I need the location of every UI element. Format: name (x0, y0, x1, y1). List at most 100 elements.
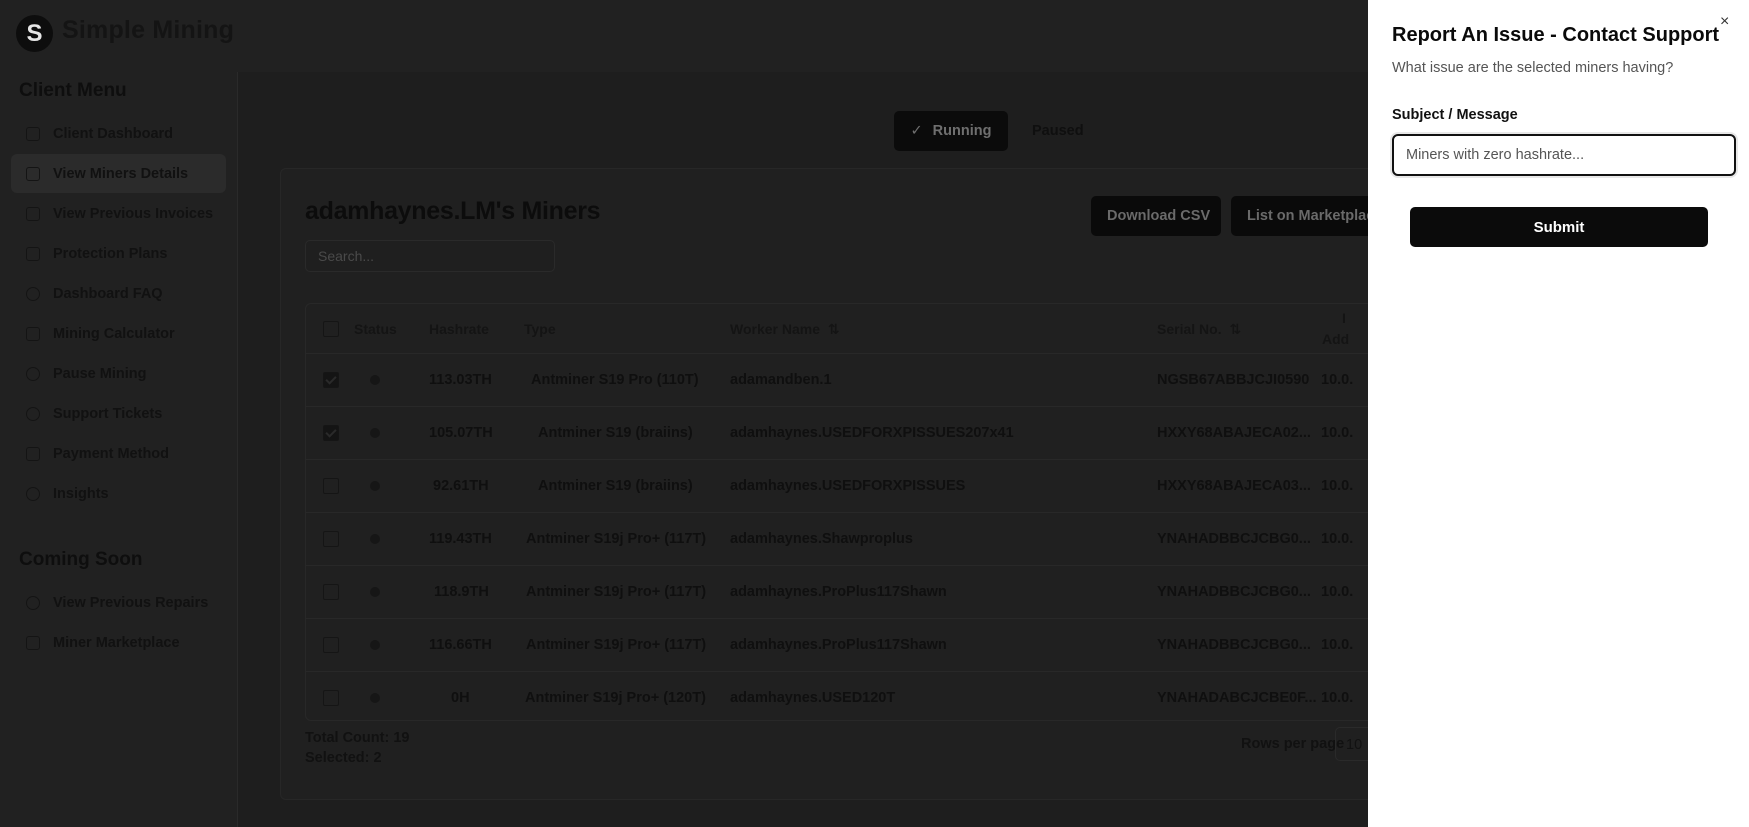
hashrate-cell: 118.9TH (434, 584, 489, 600)
sort-icon: ⇅ (827, 321, 840, 337)
sidebar-item-label: Dashboard FAQ (53, 285, 163, 302)
sidebar-item-client-dashboard[interactable]: Client Dashboard (11, 114, 226, 153)
select-all-checkbox[interactable] (323, 321, 339, 337)
status-dot (370, 693, 380, 703)
type-cell: Antminer S19j Pro+ (117T) (526, 584, 707, 600)
ip-cell: 10.0. (1321, 425, 1354, 441)
type-cell: Antminer S19j Pro+ (117T) (526, 531, 707, 547)
table-row[interactable]: 92.61TH Antminer S19 (braiins) adamhayne… (306, 460, 1380, 513)
client-menu-title: Client Menu (19, 80, 127, 101)
wrench-icon (26, 595, 40, 610)
check-icon: ✓ (910, 123, 923, 139)
ip-cell: 10.0. (1321, 372, 1354, 388)
list-on-marketplace-button[interactable]: List on Marketplace (1231, 196, 1381, 236)
row-checkbox[interactable] (323, 690, 339, 706)
sidebar: Client Menu Client Dashboard View Miners… (0, 72, 238, 827)
running-toggle-button[interactable]: ✓ Running (894, 111, 1008, 151)
invoice-icon (26, 206, 40, 221)
sidebar-item-support-tickets[interactable]: Support Tickets (11, 394, 226, 433)
paused-toggle-button[interactable]: Paused (1032, 123, 1084, 139)
page-title: adamhaynes.LM's Miners (305, 197, 601, 225)
main-content: ✓ Running Paused adamhaynes.LM's Miners … (238, 72, 1395, 827)
rows-per-page-label: Rows per page (1241, 736, 1345, 752)
hashrate-cell: 113.03TH (429, 372, 492, 388)
coming-soon-title: Coming Soon (19, 549, 143, 570)
serial-cell: YNAHADBBCJCBG0... (1157, 584, 1311, 600)
row-checkbox[interactable] (323, 584, 339, 600)
running-label: Running (932, 123, 992, 139)
row-checkbox[interactable] (323, 637, 339, 653)
download-csv-button[interactable]: Download CSV (1091, 196, 1221, 236)
brand-name: Simple Mining (62, 16, 235, 44)
sidebar-item-label: Client Dashboard (53, 125, 174, 142)
table-row[interactable]: 118.9TH Antminer S19j Pro+ (117T) adamha… (306, 566, 1380, 619)
row-checkbox[interactable] (323, 478, 339, 494)
panel-title: Report An Issue - Contact Support (1392, 24, 1720, 46)
status-dot (370, 481, 380, 491)
miners-table: Status Hashrate Type Worker Name ⇅ Seria… (305, 303, 1381, 721)
header-worker-name[interactable]: Worker Name ⇅ (730, 321, 840, 338)
worker-cell: adamhaynes.USEDFORXPISSUES (730, 478, 966, 494)
top-bar: S Simple Mining (0, 0, 1368, 72)
table-row[interactable]: 116.66TH Antminer S19j Pro+ (117T) adamh… (306, 619, 1380, 672)
sidebar-item-view-previous-repairs[interactable]: View Previous Repairs (11, 583, 226, 622)
status-dot (370, 587, 380, 597)
row-checkbox[interactable] (323, 531, 339, 547)
header-serial-label: Serial No. (1157, 321, 1222, 337)
header-serial-no[interactable]: Serial No. ⇅ (1157, 321, 1241, 338)
hashrate-cell: 105.07TH (429, 425, 493, 441)
row-checkbox[interactable] (323, 372, 339, 388)
dashboard-icon (26, 126, 40, 141)
ip-cell: 10.0. (1321, 690, 1354, 706)
worker-cell: adamhaynes.USEDFORXPISSUES207x41 (730, 425, 1014, 441)
serial-cell: HXXY68ABAJECA03... (1157, 478, 1311, 494)
pause-circle-icon (26, 366, 40, 381)
hashrate-cell: 92.61TH (433, 478, 489, 494)
worker-cell: adamhaynes.USED120T (730, 690, 896, 706)
sidebar-item-dashboard-faq[interactable]: Dashboard FAQ (11, 274, 226, 313)
worker-cell: adamhaynes.ProPlus117Shawn (730, 637, 947, 653)
table-row[interactable]: 0H Antminer S19j Pro+ (120T) adamhaynes.… (306, 672, 1380, 720)
type-cell: Antminer S19 (braiins) (538, 425, 693, 441)
sidebar-item-protection-plans[interactable]: Protection Plans (11, 234, 226, 273)
search-input[interactable]: Search... (305, 240, 555, 272)
table-row[interactable]: 113.03TH Antminer S19 Pro (110T) adamand… (306, 354, 1380, 407)
sidebar-item-label: View Previous Invoices (53, 205, 214, 222)
type-cell: Antminer S19j Pro+ (117T) (526, 637, 707, 653)
sidebar-item-view-miners-details[interactable]: View Miners Details (11, 154, 226, 193)
status-toggle: ✓ Running Paused (894, 111, 1140, 151)
sidebar-item-miner-marketplace[interactable]: Miner Marketplace (11, 623, 226, 662)
worker-cell: adamandben.1 (730, 372, 832, 388)
report-issue-panel: Report An Issue - Contact Support What i… (1368, 0, 1749, 827)
panel-subtitle: What issue are the selected miners havin… (1392, 60, 1674, 76)
serial-cell: HXXY68ABAJECA02... (1157, 425, 1311, 441)
header-hashrate: Hashrate (429, 321, 489, 337)
header-ip-line1: I (1342, 310, 1346, 326)
calculator-icon (26, 326, 40, 341)
status-dot (370, 534, 380, 544)
store-icon (26, 635, 40, 650)
sidebar-item-mining-calculator[interactable]: Mining Calculator (11, 314, 226, 353)
sidebar-item-pause-mining[interactable]: Pause Mining (11, 354, 226, 393)
total-count: Total Count: 19 (305, 730, 410, 746)
submit-button[interactable]: Submit (1410, 207, 1708, 247)
serial-cell: NGSB67ABBJCJI0590 (1157, 372, 1310, 388)
sidebar-item-insights[interactable]: Insights (11, 474, 226, 513)
hashrate-cell: 119.43TH (429, 531, 492, 547)
insights-icon (26, 486, 40, 501)
serial-cell: YNAHADABCJCBE0F... (1157, 690, 1317, 706)
ip-cell: 10.0. (1321, 637, 1354, 653)
hashrate-cell: 116.66TH (429, 637, 492, 653)
header-ip-line2: Add (1322, 331, 1350, 347)
sidebar-item-label: Miner Marketplace (53, 634, 180, 651)
sidebar-item-label: View Miners Details (53, 165, 189, 182)
table-row[interactable]: 105.07TH Antminer S19 (braiins) adamhayn… (306, 407, 1380, 460)
sidebar-item-view-previous-invoices[interactable]: View Previous Invoices (11, 194, 226, 233)
subject-message-input[interactable]: Miners with zero hashrate... (1392, 134, 1736, 176)
sidebar-item-payment-method[interactable]: Payment Method (11, 434, 226, 473)
table-row[interactable]: 119.43TH Antminer S19j Pro+ (117T) adamh… (306, 513, 1380, 566)
subject-message-label: Subject / Message (1392, 107, 1518, 123)
close-icon[interactable]: × (1720, 13, 1729, 31)
sidebar-item-label: Support Tickets (53, 405, 163, 422)
row-checkbox[interactable] (323, 425, 339, 441)
